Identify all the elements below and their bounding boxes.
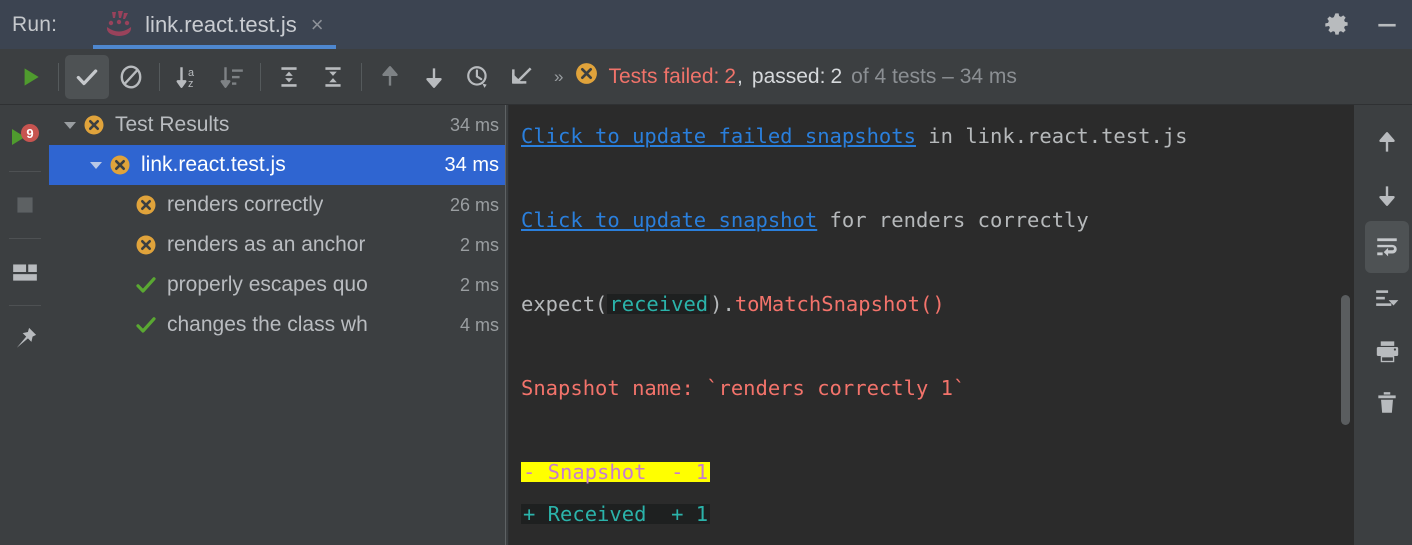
window-buttons [1312,0,1412,49]
toggle-passed-tests-button[interactable] [65,54,109,99]
test-toolbar: a z » Tests failed: 2 , passed: 2 of 4 t… [0,49,1412,105]
tab-title: link.react.test.js [145,11,297,37]
tree-row-properly-escapes-quo[interactable]: properly escapes quo 2 ms [49,265,505,305]
test-status-bar: Tests failed: 2 , passed: 2 of 4 tests –… [574,61,1017,92]
tree-row-label: link.react.test.js [141,153,286,176]
tree-row-link-react-test-js[interactable]: link.react.test.js 34 ms [49,145,505,185]
console-line-diff-removed: - Snapshot - 1 [521,451,1354,493]
tree-row-duration: 34 ms [449,114,499,135]
expect-middle: ). [710,291,735,316]
test-output-console[interactable]: Click to update failed snapshots in link… [509,105,1354,545]
tree-row-duration: 34 ms [444,153,499,176]
test-history-button[interactable] [456,55,500,99]
toolbar-separator [361,62,362,91]
stop-button[interactable] [0,172,49,238]
tree-row-duration: 4 ms [459,314,499,335]
test-failed-icon [81,113,107,137]
expect-received-token: received [607,291,711,316]
tests-failed-label: Tests failed: [608,64,720,88]
snapshot-name-text: Snapshot name: `renders correctly 1` [521,375,966,400]
title-bar: Run: link.react.test.js × [0,0,1412,49]
previous-failed-test-button[interactable] [368,55,412,99]
test-failed-icon [107,153,133,177]
svg-text:z: z [188,77,193,89]
left-action-strip: 9 [0,105,49,545]
tree-row-changes-the-class-wh[interactable]: changes the class wh 4 ms [49,305,505,345]
test-passed-icon [133,313,159,337]
tree-row-duration: 2 ms [459,234,499,255]
tree-row-label: Test Results [115,113,230,136]
toolbar-separator [260,62,261,91]
tests-total-summary: of 4 tests – 34 ms [851,64,1017,88]
console-line2-rest: for renders correctly [817,207,1089,232]
console-line-expect: expect(received). toMatchSnapshot() [521,283,1354,325]
minimize-button[interactable] [1362,0,1412,49]
close-icon[interactable]: × [311,13,324,36]
console-line-update-failed-snapshots: Click to update failed snapshots in link… [521,115,1354,157]
console-line1-rest: in link.react.test.js [915,123,1188,148]
run-label: Run: [12,12,58,36]
console-scrollbar[interactable] [1341,295,1350,425]
tests-passed-count: 2 [830,64,843,88]
failed-badge-icon [574,61,599,92]
expand-all-button[interactable] [267,55,311,99]
run-tool-window: Run: link.react.test.js × a z » Tests fa… [0,0,1412,545]
tree-row-label: renders correctly [167,193,324,216]
pin-tab-button[interactable] [0,306,49,372]
next-failed-test-button[interactable] [412,55,456,99]
toggle-ignored-tests-button[interactable] [109,55,153,99]
sort-by-duration-button[interactable] [210,55,254,99]
tree-row-label: properly escapes quo [167,273,368,296]
soft-wrap-button[interactable] [1365,221,1409,273]
toolbar-separator [159,62,160,91]
expect-prefix: expect( [521,291,608,316]
scroll-down-button[interactable] [1365,169,1409,221]
toolbar-separator [58,62,59,91]
console-line-snapshot-name: Snapshot name: `renders correctly 1` [521,367,1354,409]
rerun-failed-button[interactable]: 9 [0,105,49,171]
tree-row-label: changes the class wh [167,313,368,336]
scroll-to-end-button[interactable] [1365,273,1409,325]
tree-row-renders-as-an-anchor[interactable]: renders as an anchor 2 ms [49,225,505,265]
settings-button[interactable] [1312,0,1362,49]
tree-row-renders-correctly[interactable]: renders correctly 26 ms [49,185,505,225]
update-snapshot-link[interactable]: Click to update snapshot [521,210,817,231]
diff-added-text: + Received + 1 [521,501,711,526]
update-failed-snapshots-link[interactable]: Click to update failed snapshots [521,126,916,147]
tab-link-react-test-js[interactable]: link.react.test.js × [93,0,336,49]
svg-text:9: 9 [26,126,33,141]
jest-logo-icon [101,9,135,41]
sort-alphabetically-button[interactable]: a z [166,55,210,99]
tests-failed-count: 2 [724,64,737,88]
layout-settings-button[interactable] [0,239,49,305]
diff-removed-text: - Snapshot - 1 [521,459,711,484]
scroll-to-source-button[interactable] [500,55,544,99]
test-results-tree[interactable]: Test Results 34 ms link.react.test.js 34 ms… [49,105,505,545]
print-button[interactable] [1365,325,1409,377]
clear-all-button[interactable] [1365,377,1409,429]
console-line-update-snapshot: Click to update snapshot for renders cor… [521,199,1354,241]
expand-arrow-icon[interactable] [85,157,107,173]
console-action-strip [1362,105,1412,545]
test-failed-icon [133,193,159,217]
console-line-diff-added: + Received + 1 [521,493,1354,535]
expect-matcher: toMatchSnapshot() [734,291,945,316]
tree-row-label: renders as an anchor [167,233,366,256]
test-passed-icon [133,273,159,297]
scroll-up-button[interactable] [1365,117,1409,169]
tree-row-test-results[interactable]: Test Results 34 ms [49,105,505,145]
collapse-all-button[interactable] [311,55,355,99]
tests-passed-label: passed: [751,64,826,88]
tree-row-duration: 26 ms [449,194,499,215]
rerun-tests-button[interactable] [8,55,52,99]
expand-arrow-icon[interactable] [59,117,81,133]
status-comma: , [737,64,743,88]
tree-row-duration: 2 ms [459,274,499,295]
test-failed-icon [133,233,159,257]
toolbar-overflow-button[interactable]: » [544,67,572,87]
